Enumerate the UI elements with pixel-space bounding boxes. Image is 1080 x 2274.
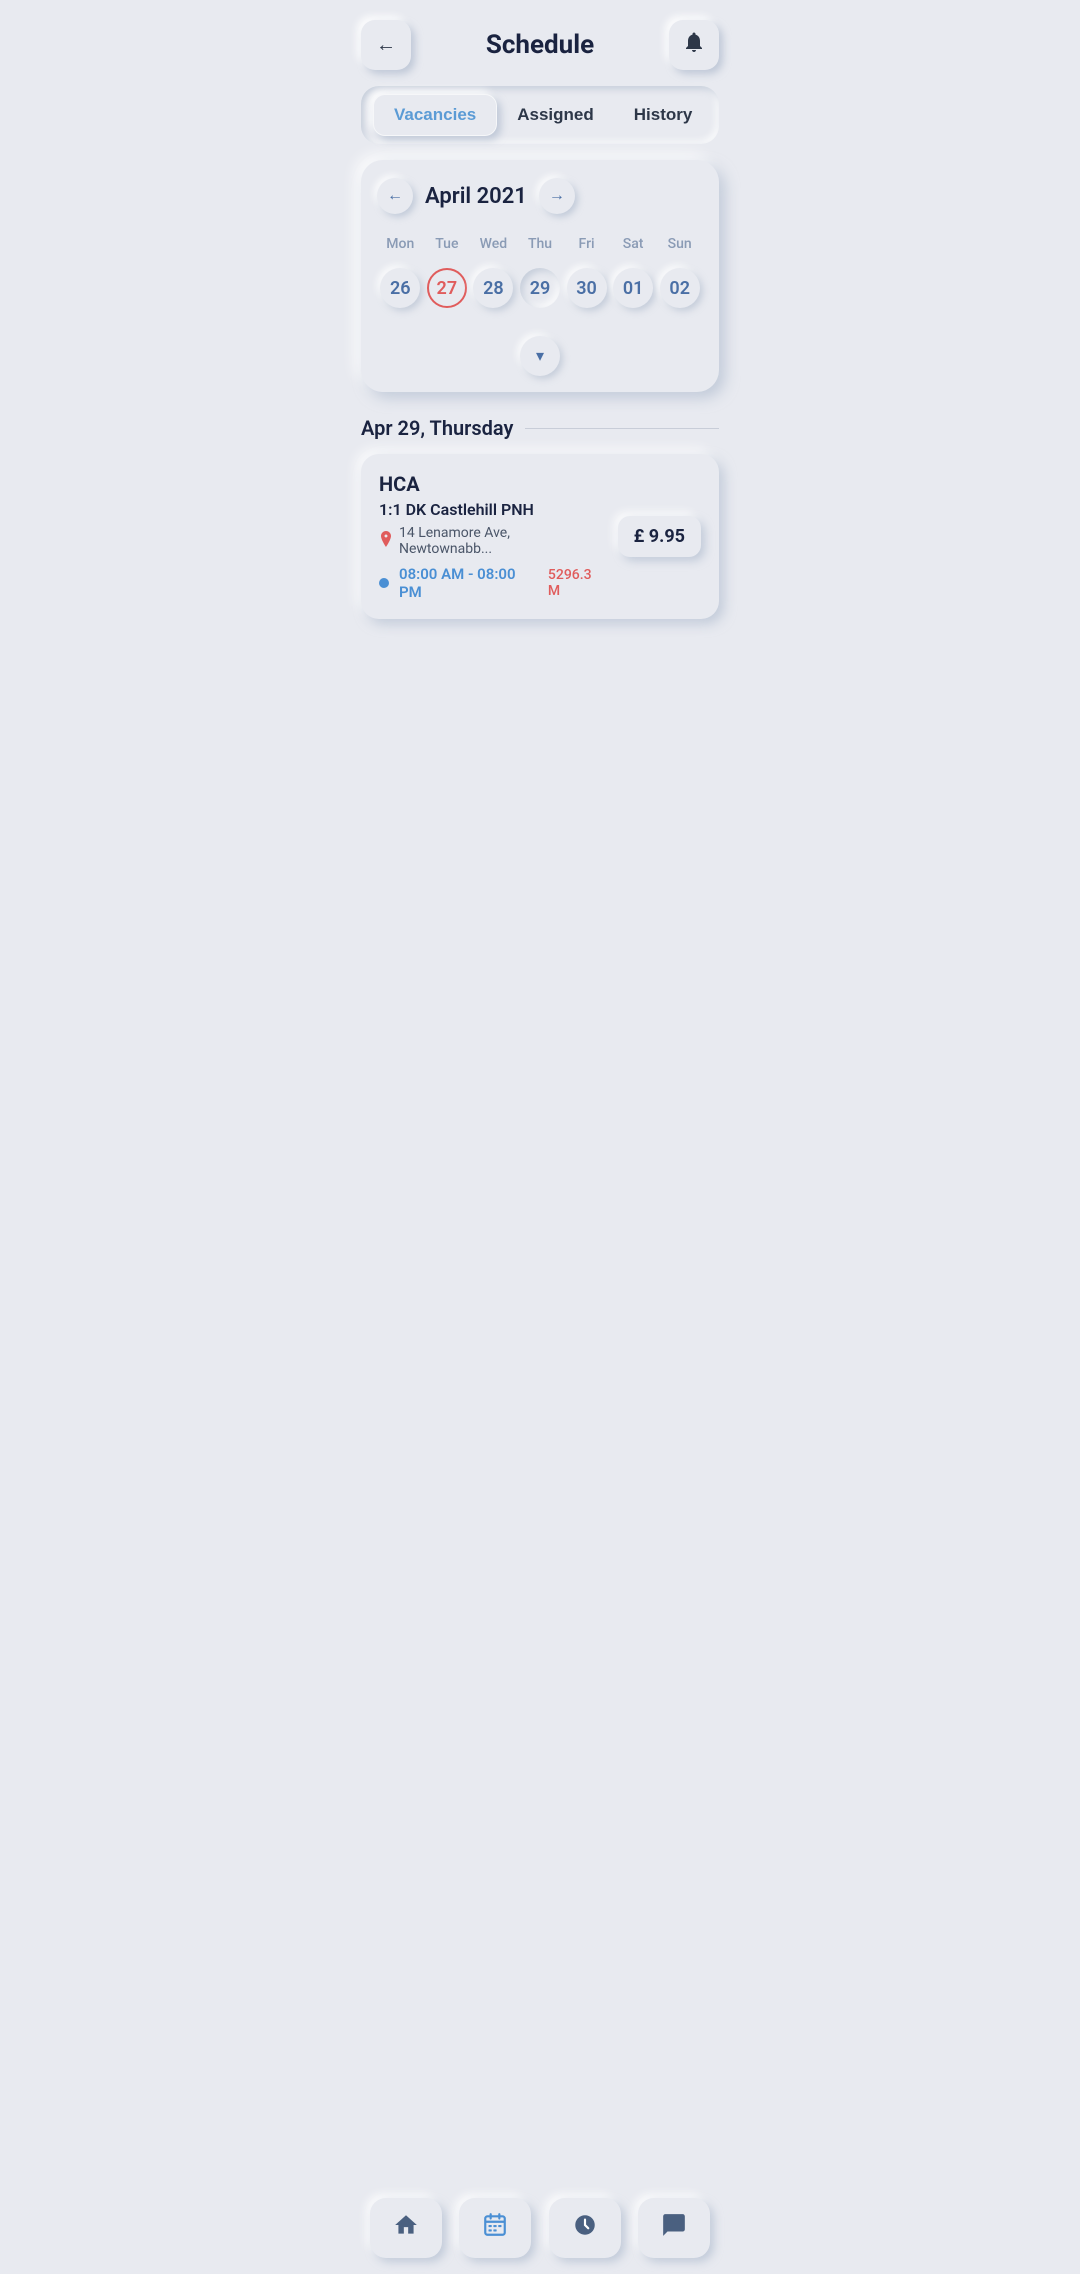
job-price-badge: £ 9.95 xyxy=(618,516,701,557)
tabs-container: Vacancies Assigned History xyxy=(361,86,719,144)
job-card-info: HCA 1:1 DK Castlehill PNH 14 Lenamore Av… xyxy=(379,472,606,601)
date-section-divider xyxy=(525,428,719,429)
date-number-27[interactable]: 27 xyxy=(427,268,467,308)
day-name-sun: Sun xyxy=(656,232,703,256)
cal-date-27[interactable]: 27 xyxy=(424,266,471,310)
nav-chat-button[interactable] xyxy=(638,2198,710,2258)
cal-date-02[interactable]: 02 xyxy=(656,266,703,310)
calendar-expand-wrapper: ▾ xyxy=(377,326,703,392)
job-address: 14 Lenamore Ave, Newtownabb... xyxy=(399,525,606,557)
chevron-down-icon: ▾ xyxy=(536,346,544,366)
calendar-expand-button[interactable]: ▾ xyxy=(520,336,560,376)
calendar-card: ← April 2021 → Mon Tue Wed Thu Fri Sat S… xyxy=(361,160,719,392)
time-dot-icon xyxy=(379,578,389,588)
nav-home-button[interactable] xyxy=(370,2198,442,2258)
header: ← Schedule xyxy=(345,0,735,86)
calendar-month-year: April 2021 xyxy=(425,184,527,209)
calendar-day-names: Mon Tue Wed Thu Fri Sat Sun xyxy=(377,232,703,256)
day-name-thu: Thu xyxy=(517,232,564,256)
location-pin-icon xyxy=(379,531,393,551)
date-section-label: Apr 29, Thursday xyxy=(361,416,513,440)
job-time-row: 08:00 AM - 08:00 PM 5296.3 M xyxy=(379,565,606,601)
date-number-02[interactable]: 02 xyxy=(660,268,700,308)
calendar-icon xyxy=(482,2212,508,2245)
next-month-button[interactable]: → xyxy=(539,178,575,214)
date-number-01[interactable]: 01 xyxy=(613,268,653,308)
date-section-header: Apr 29, Thursday xyxy=(361,416,719,440)
day-name-sat: Sat xyxy=(610,232,657,256)
cal-date-29[interactable]: 29 xyxy=(517,266,564,310)
calendar-nav: ← April 2021 → xyxy=(377,178,703,214)
day-name-mon: Mon xyxy=(377,232,424,256)
tab-history[interactable]: History xyxy=(614,95,713,135)
cal-date-28[interactable]: 28 xyxy=(470,266,517,310)
home-icon xyxy=(393,2212,419,2245)
notification-button[interactable] xyxy=(669,20,719,70)
date-number-30[interactable]: 30 xyxy=(567,268,607,308)
date-number-29[interactable]: 29 xyxy=(520,268,560,308)
clock-icon xyxy=(572,2212,598,2245)
cal-date-26[interactable]: 26 xyxy=(377,266,424,310)
day-name-wed: Wed xyxy=(470,232,517,256)
calendar-dates-row: 26 27 28 29 30 01 02 xyxy=(377,266,703,310)
job-distance: 5296.3 M xyxy=(548,567,606,599)
job-location-row: 14 Lenamore Ave, Newtownabb... xyxy=(379,525,606,557)
bottom-nav xyxy=(345,2188,735,2274)
chat-icon xyxy=(661,2212,687,2245)
job-time: 08:00 AM - 08:00 PM xyxy=(399,565,538,601)
page-title: Schedule xyxy=(486,30,594,60)
date-number-28[interactable]: 28 xyxy=(473,268,513,308)
back-button[interactable]: ← xyxy=(361,20,411,70)
nav-calendar-button[interactable] xyxy=(459,2198,531,2258)
back-icon: ← xyxy=(376,34,396,57)
bell-icon xyxy=(682,30,706,60)
day-name-fri: Fri xyxy=(563,232,610,256)
prev-month-icon: ← xyxy=(387,187,403,205)
job-card[interactable]: HCA 1:1 DK Castlehill PNH 14 Lenamore Av… xyxy=(361,454,719,619)
tab-vacancies[interactable]: Vacancies xyxy=(373,94,497,136)
next-month-icon: → xyxy=(549,187,565,205)
cal-date-30[interactable]: 30 xyxy=(563,266,610,310)
nav-clock-button[interactable] xyxy=(549,2198,621,2258)
job-organization: HCA xyxy=(379,472,606,496)
date-number-26[interactable]: 26 xyxy=(380,268,420,308)
tab-assigned[interactable]: Assigned xyxy=(497,95,614,135)
prev-month-button[interactable]: ← xyxy=(377,178,413,214)
job-title: 1:1 DK Castlehill PNH xyxy=(379,500,606,519)
cal-date-01[interactable]: 01 xyxy=(610,266,657,310)
day-name-tue: Tue xyxy=(424,232,471,256)
